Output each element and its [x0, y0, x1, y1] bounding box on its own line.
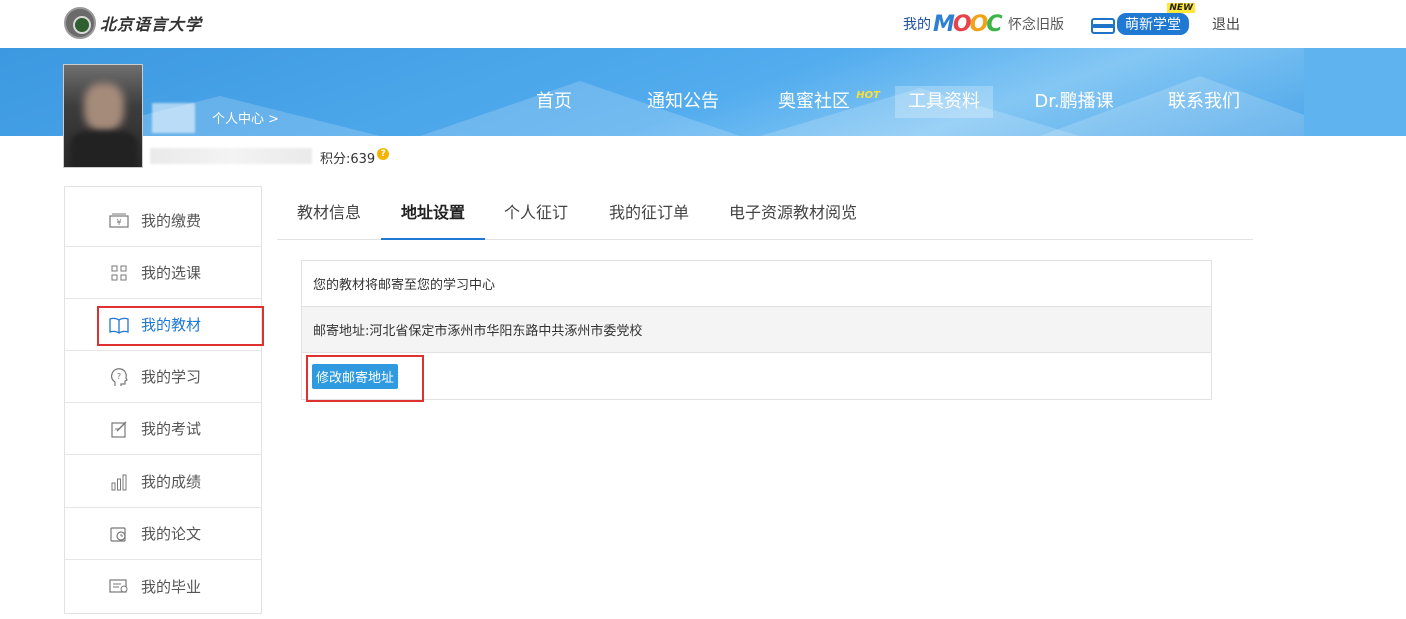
header-banner: 首页 通知公告 奥蜜社区 HOT 工具资料 Dr.鹏播课 联系我们: [0, 48, 1406, 136]
avatar[interactable]: [63, 64, 143, 168]
sidebar-item-label: 我的学习: [141, 368, 202, 386]
top-bar: 北京语言大学 我的 MOOC 怀念旧版 萌新学堂 NEW 退出: [0, 0, 1406, 48]
sidebar-item-label: 我的选课: [141, 264, 202, 282]
bar-chart-icon: [109, 473, 129, 491]
sidebar-item-label: 我的考试: [141, 420, 202, 438]
highlight-box-textbooks: [97, 306, 264, 346]
personal-center-link[interactable]: 个人中心 >: [212, 108, 279, 127]
sidebar-item-exams[interactable]: 我的考试: [65, 403, 261, 455]
tab-e-resources[interactable]: 电子资源教材阅览: [721, 190, 865, 240]
sidebar-item-thesis[interactable]: 我的论文: [65, 508, 261, 560]
sidebar-item-graduation[interactable]: 我的毕业: [65, 560, 261, 612]
nav-notices[interactable]: 通知公告: [639, 86, 727, 118]
sidebar-item-grades[interactable]: 我的成绩: [65, 456, 261, 508]
nav-dr-peng[interactable]: Dr.鹏播课: [1028, 86, 1120, 118]
logout-link[interactable]: 退出: [1212, 10, 1240, 38]
books-stack-icon: [1091, 16, 1115, 34]
user-name-redacted: [152, 103, 195, 133]
my-mooc-link[interactable]: 我的 MOOC: [903, 10, 1002, 38]
exam-edit-icon: [109, 420, 129, 438]
sidebar-item-label: 我的缴费: [141, 212, 202, 230]
tab-personal-order[interactable]: 个人征订: [495, 190, 577, 240]
mengxin-link[interactable]: 萌新学堂 NEW: [1091, 3, 1195, 38]
university-seal-icon: [64, 7, 96, 39]
nav-home[interactable]: 首页: [514, 86, 594, 118]
table-row: 您的教材将邮寄至您的学习中心: [302, 261, 1211, 307]
grid-icon: [109, 264, 129, 282]
thesis-icon: [109, 525, 129, 543]
sidebar-item-label: 我的论文: [141, 525, 202, 543]
nav-contact[interactable]: 联系我们: [1160, 86, 1248, 118]
svg-text:¥: ¥: [116, 218, 121, 227]
points-display: 积分:639 ?: [320, 147, 390, 167]
sidebar-item-payment[interactable]: ¥ 我的缴费: [65, 195, 261, 247]
tab-address-settings[interactable]: 地址设置: [381, 190, 485, 240]
nav-tools[interactable]: 工具资料: [895, 86, 993, 118]
nav-community[interactable]: 奥蜜社区 HOT: [768, 86, 880, 118]
mooc-logo: MOOC: [933, 11, 1002, 37]
hot-badge: HOT: [856, 90, 880, 101]
mailing-address: 邮寄地址:河北省保定市涿州市华阳东路中共涿州市委党校: [313, 324, 643, 339]
old-version-link[interactable]: 怀念旧版: [1008, 10, 1064, 38]
points-label: 积分:639: [320, 152, 376, 167]
tab-my-orders[interactable]: 我的征订单: [599, 190, 699, 240]
new-badge: NEW: [1167, 3, 1195, 13]
sidebar-item-study[interactable]: ? 我的学习: [65, 351, 261, 403]
head-question-icon: ?: [109, 367, 129, 386]
table-row: 修改邮寄地址: [302, 353, 1211, 399]
table-row: 邮寄地址:河北省保定市涿州市华阳东路中共涿州市委党校: [302, 307, 1211, 353]
certificate-icon: [109, 577, 129, 595]
sidebar-item-courses[interactable]: 我的选课: [65, 247, 261, 299]
delivery-notice: 您的教材将邮寄至您的学习中心: [313, 278, 496, 293]
mengxin-pill: 萌新学堂 NEW: [1117, 3, 1195, 35]
address-table: 您的教材将邮寄至您的学习中心 邮寄地址:河北省保定市涿州市华阳东路中共涿州市委党…: [301, 260, 1212, 400]
sidebar: ¥ 我的缴费 我的选课 我的教材 ? 我的学习 我的考试 我的成绩 我的论文 我…: [64, 186, 262, 614]
my-mooc-label: 我的: [903, 17, 931, 33]
sidebar-item-label: 我的毕业: [141, 577, 202, 596]
content-tabs: 教材信息 地址设置 个人征订 我的征订单 电子资源教材阅览: [277, 190, 1253, 240]
user-id-redacted: [150, 148, 312, 164]
main-nav: 首页 通知公告 奥蜜社区 HOT 工具资料 Dr.鹏播课 联系我们: [0, 86, 1406, 118]
payment-icon: ¥: [109, 212, 129, 230]
help-question-icon[interactable]: ?: [377, 147, 390, 160]
tab-textbook-info[interactable]: 教材信息: [285, 190, 373, 240]
logo-text: 北京语言大学: [100, 15, 203, 34]
svg-text:?: ?: [117, 372, 121, 381]
sidebar-item-label: 我的成绩: [141, 473, 202, 491]
university-logo[interactable]: 北京语言大学: [64, 6, 202, 40]
highlight-box-edit-button: [306, 355, 424, 402]
